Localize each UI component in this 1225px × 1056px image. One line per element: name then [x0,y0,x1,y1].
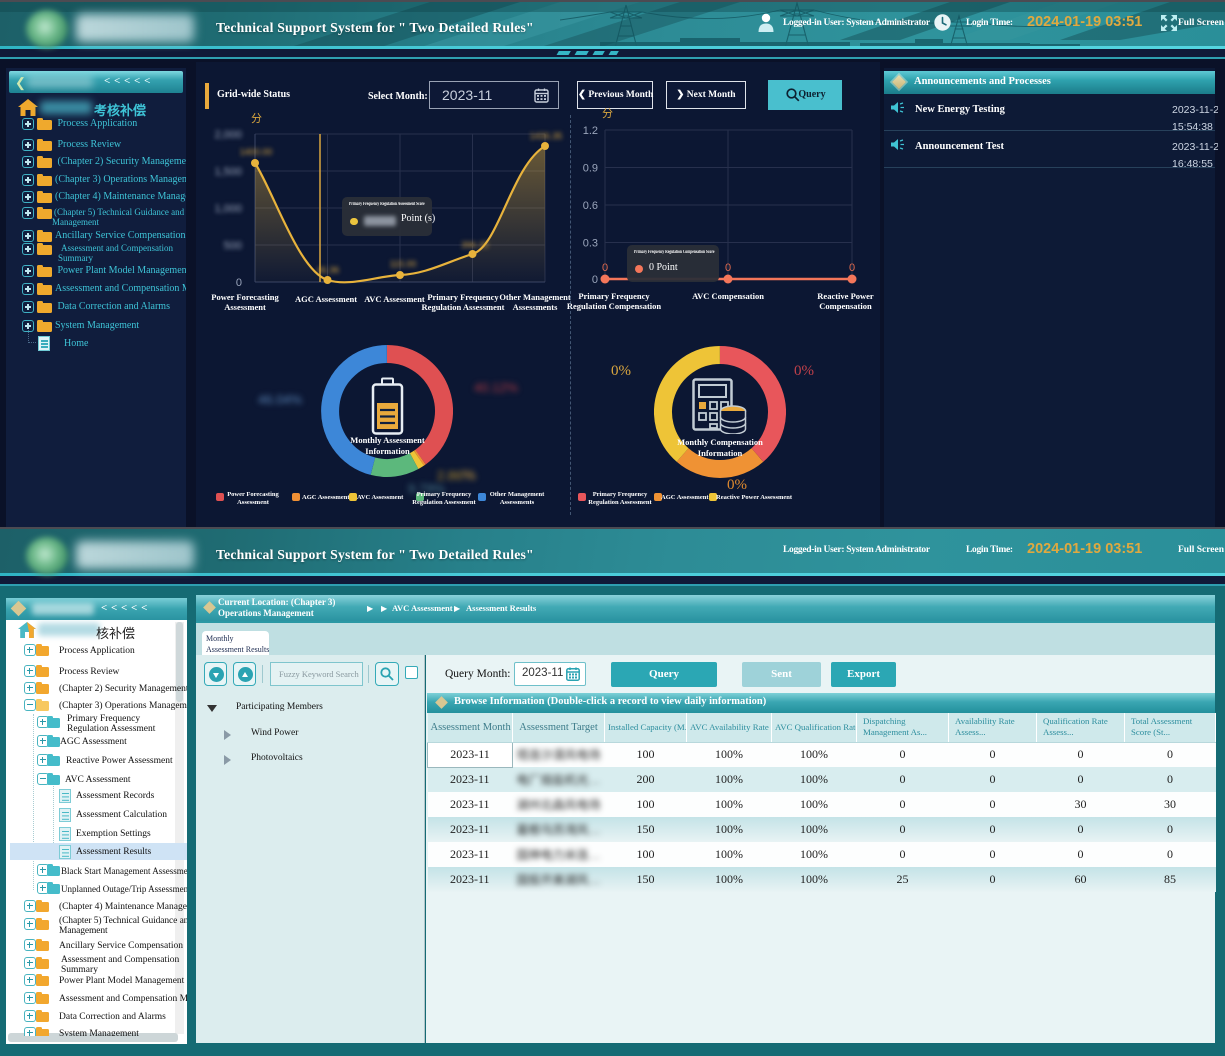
svg-text:0: 0 [236,277,242,289]
svg-text:500: 500 [224,240,242,252]
svg-text:1,500: 1,500 [214,166,242,178]
svg-text:0: 0 [849,262,855,274]
svg-text:分: 分 [251,112,262,125]
svg-text:1400.00: 1400.00 [240,147,273,157]
svg-text:0.3: 0.3 [583,238,598,250]
svg-text:0.9: 0.9 [583,163,598,175]
svg-text:1.2: 1.2 [583,125,598,137]
svg-text:0: 0 [725,262,731,274]
svg-text:2,000: 2,000 [214,129,242,141]
svg-text:0: 0 [592,274,598,286]
svg-text:0.6: 0.6 [583,200,598,212]
svg-text:46.36: 46.36 [317,265,340,275]
svg-text:1,000: 1,000 [214,203,242,215]
svg-text:115.00: 115.00 [390,259,417,269]
svg-text:分: 分 [602,107,613,120]
svg-text:0: 0 [602,262,608,274]
svg-text:1436.35: 1436.35 [530,131,563,141]
svg-text:396.35: 396.35 [461,240,489,250]
